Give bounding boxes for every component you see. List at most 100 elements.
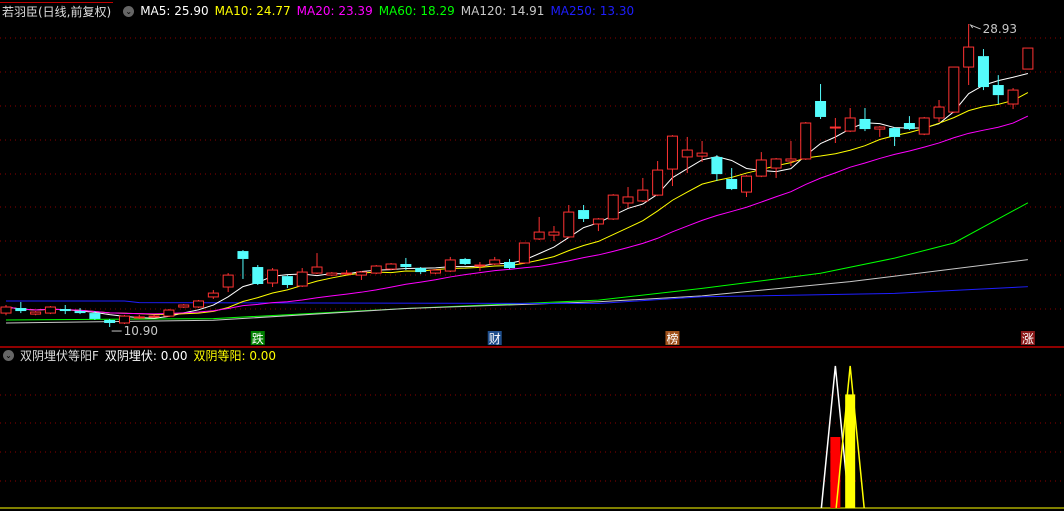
candle-up[interactable]	[829, 117, 841, 144]
candle-up[interactable]	[666, 135, 678, 187]
event-markers[interactable]: 跌财榜涨	[250, 331, 1035, 346]
candle-down[interactable]	[859, 108, 871, 132]
candle-body	[59, 309, 71, 312]
candle-up[interactable]	[770, 157, 782, 178]
candle-up[interactable]	[296, 268, 308, 288]
event-marker[interactable]: 跌	[250, 331, 265, 346]
candle-up[interactable]	[193, 299, 205, 309]
candle-body	[178, 304, 190, 308]
candle-up[interactable]	[755, 152, 767, 178]
arrow-icon	[969, 23, 981, 30]
event-marker[interactable]: 财	[487, 331, 502, 346]
candle-up[interactable]	[681, 136, 693, 174]
candle-body	[963, 46, 975, 68]
candle-up[interactable]	[148, 314, 160, 318]
candle-up[interactable]	[518, 242, 530, 265]
candle-up[interactable]	[44, 306, 56, 315]
moving-average-lines	[5, 72, 1029, 324]
candle-up[interactable]	[163, 309, 175, 317]
candle-up[interactable]	[385, 262, 397, 271]
candle-up[interactable]	[133, 314, 145, 319]
candle-up[interactable]	[607, 194, 619, 220]
candle-up[interactable]	[741, 175, 752, 197]
chevron-down-icon[interactable]: ⌄	[123, 5, 135, 17]
candle-body	[622, 196, 634, 204]
candle-up[interactable]	[178, 303, 190, 309]
candle-up[interactable]	[800, 122, 812, 160]
event-marker[interactable]: 榜	[665, 331, 680, 346]
candle-down[interactable]	[104, 318, 116, 328]
candle-up[interactable]	[592, 217, 604, 232]
candle-down[interactable]	[459, 257, 471, 266]
candle-body	[207, 292, 219, 298]
candle-down[interactable]	[504, 258, 516, 270]
stock-chart[interactable]: 跌 财 榜 涨 28.93 10.90	[0, 0, 1064, 511]
marker-text: 涨	[1022, 331, 1034, 346]
candle-up[interactable]	[370, 265, 382, 275]
candle-body	[741, 175, 752, 193]
candle-body	[104, 319, 116, 323]
candle-body	[889, 128, 901, 137]
candle-up[interactable]	[963, 24, 975, 86]
candle-up[interactable]	[341, 270, 353, 276]
ma60-value: MA60: 18.29	[378, 4, 455, 18]
candle-up[interactable]	[1007, 88, 1019, 110]
candle-up[interactable]	[548, 226, 560, 241]
candle-up[interactable]	[355, 271, 367, 280]
event-marker[interactable]: 涨	[1020, 331, 1035, 346]
candle-down[interactable]	[252, 265, 264, 286]
candle-up[interactable]	[0, 305, 12, 316]
candle-down[interactable]	[15, 301, 27, 314]
candle-up[interactable]	[918, 116, 930, 136]
candle-up[interactable]	[785, 140, 797, 167]
candle-up[interactable]	[844, 108, 856, 133]
candle-up[interactable]	[311, 253, 323, 275]
candle-down[interactable]	[74, 308, 86, 315]
candle-down[interactable]	[726, 168, 738, 191]
candle-down[interactable]	[237, 250, 249, 279]
candle-body	[237, 251, 249, 259]
candle-up[interactable]	[118, 314, 130, 324]
candle-up[interactable]	[563, 205, 575, 238]
candle-up[interactable]	[207, 290, 219, 299]
candle-up[interactable]	[429, 269, 441, 275]
candle-up[interactable]	[444, 256, 456, 273]
candle-up[interactable]	[267, 268, 279, 288]
candle-up[interactable]	[1022, 47, 1034, 70]
indicator-value-2: 双阴等阳: 0.00	[193, 348, 277, 363]
candle-body	[992, 85, 1004, 96]
candle-up[interactable]	[933, 99, 945, 123]
ma10-line	[5, 92, 1029, 316]
candle-down[interactable]	[415, 267, 427, 275]
candle-up[interactable]	[30, 311, 42, 316]
candle-body	[918, 117, 930, 135]
candle-down[interactable]	[889, 127, 901, 147]
candle-body	[755, 159, 767, 177]
candle-body	[800, 122, 812, 160]
candle-up[interactable]	[222, 273, 234, 293]
candle-body	[548, 231, 560, 236]
candle-body	[30, 311, 42, 315]
candle-up[interactable]	[637, 177, 649, 202]
grid-lines	[0, 37, 1064, 482]
candle-body	[400, 264, 412, 268]
candle-up[interactable]	[622, 187, 634, 209]
candle-down[interactable]	[977, 49, 989, 91]
candle-down[interactable]	[281, 275, 293, 289]
indicator-header: ⌄ 双阴埋伏等阳F 双阴埋伏: 0.00 双阴等阳: 0.00	[0, 346, 282, 364]
candle-up[interactable]	[652, 160, 664, 197]
candle-down[interactable]	[815, 84, 827, 119]
candle-down[interactable]	[711, 155, 723, 181]
candle-up[interactable]	[489, 256, 501, 266]
candle-body	[0, 306, 12, 314]
candlesticks[interactable]	[0, 24, 1034, 328]
candle-body	[711, 156, 723, 175]
candle-down[interactable]	[903, 116, 915, 131]
chevron-down-icon[interactable]: ⌄	[3, 349, 14, 361]
candle-down[interactable]	[578, 205, 590, 222]
candle-down[interactable]	[59, 305, 71, 315]
candle-up[interactable]	[874, 126, 886, 137]
candle-up[interactable]	[326, 272, 338, 277]
candle-up[interactable]	[533, 216, 545, 240]
candle-up[interactable]	[948, 66, 960, 114]
